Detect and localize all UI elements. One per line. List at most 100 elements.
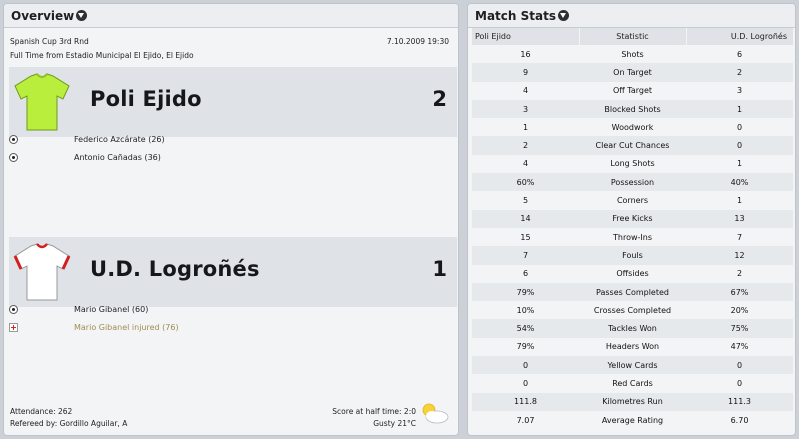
stat-away-value: 1: [686, 154, 793, 174]
table-row[interactable]: 60% Possession 40%: [472, 173, 793, 192]
stat-name: Kilometres Run: [579, 392, 686, 411]
table-row[interactable]: 9 On Target 2: [472, 63, 793, 82]
stat-home-value: 15: [472, 227, 579, 247]
table-row[interactable]: 111.8 Kilometres Run 111.3: [472, 392, 793, 411]
stat-home-value: 54%: [472, 319, 579, 338]
stat-name: Long Shots: [579, 154, 686, 174]
match-stats-body: 16 Shots 6 9 On Target 2 4 Off Target 3 3 Blocked …: [472, 45, 793, 430]
home-event-item[interactable]: Antonio Cañadas (36): [9, 150, 161, 164]
table-row[interactable]: 16 Shots 6: [472, 45, 793, 64]
stat-name: Throw-Ins: [579, 227, 686, 247]
table-row[interactable]: 7 Fouls 12: [472, 246, 793, 265]
away-event-item[interactable]: Mario Gibanel injured (76): [9, 320, 179, 334]
stat-home-value: 4: [472, 81, 579, 100]
stat-name: Corners: [579, 191, 686, 210]
home-team-name[interactable]: Poli Ejido: [90, 87, 202, 111]
table-row[interactable]: 14 Free Kicks 13: [472, 209, 793, 228]
stat-name: Fouls: [579, 246, 686, 265]
stat-home-value: 9: [472, 63, 579, 82]
table-row[interactable]: 4 Long Shots 1: [472, 154, 793, 174]
stat-away-value: 6.70: [686, 410, 793, 430]
stat-name: Off Target: [579, 81, 686, 100]
stat-name: Red Cards: [579, 374, 686, 393]
stat-away-value: 2: [686, 264, 793, 283]
table-row[interactable]: 4 Off Target 3: [472, 81, 793, 100]
away-event-text: Mario Gibanel (60): [74, 304, 149, 314]
column-header-statistic[interactable]: Statistic: [579, 28, 687, 45]
ball-icon: [9, 134, 18, 144]
table-row[interactable]: 79% Passes Completed 67%: [472, 282, 793, 302]
table-row[interactable]: 79% Headers Won 47%: [472, 337, 793, 357]
stat-away-value: 13: [686, 209, 793, 228]
home-event-text: Federico Azcárate (26): [74, 134, 165, 144]
stat-home-value: 10%: [472, 301, 579, 320]
referee-label: Refereed by: Gordillo Aguilar, A: [10, 419, 127, 428]
injury-icon: [9, 322, 18, 332]
stat-name: Shots: [579, 45, 686, 64]
table-row[interactable]: 0 Red Cards 0: [472, 374, 793, 393]
column-header-home[interactable]: Poli Ejido: [472, 28, 580, 45]
stat-away-value: 3: [686, 81, 793, 100]
home-event-text: Antonio Cañadas (36): [74, 152, 161, 162]
match-datetime: 7.10.2009 19:30: [386, 37, 449, 46]
competition-label: Spanish Cup 3rd Rnd: [10, 37, 89, 46]
table-row[interactable]: 0 Yellow Cards 0: [472, 356, 793, 375]
weather-label: Gusty 21°C: [373, 419, 416, 428]
away-team-score: 1: [432, 257, 447, 281]
stat-name: On Target: [579, 63, 686, 82]
stat-home-value: 6: [472, 264, 579, 283]
stat-home-value: 14: [472, 209, 579, 228]
table-row[interactable]: 5 Corners 1: [472, 191, 793, 210]
stat-home-value: 7: [472, 246, 579, 265]
overview-header[interactable]: Overview: [4, 4, 458, 28]
dropdown-icon[interactable]: [76, 10, 88, 21]
table-row[interactable]: 2 Clear Cut Chances 0: [472, 136, 793, 155]
home-event-item[interactable]: Federico Azcárate (26): [9, 132, 165, 146]
stat-name: Crosses Completed: [579, 301, 686, 320]
stat-home-value: 111.8: [472, 392, 579, 411]
stat-away-value: 2: [686, 63, 793, 82]
stat-name: Passes Completed: [579, 282, 686, 302]
stat-home-value: 1: [472, 118, 579, 137]
dropdown-icon[interactable]: [557, 10, 569, 21]
match-stats-panel: Match Stats Poli Ejido Statistic U.D. Lo…: [467, 3, 796, 436]
stat-name: Yellow Cards: [579, 356, 686, 375]
stat-away-value: 20%: [686, 301, 793, 320]
partly-cloudy-icon: [422, 403, 449, 424]
away-event-text: Mario Gibanel injured (76): [74, 322, 179, 332]
table-row[interactable]: 1 Woodwork 0: [472, 118, 793, 137]
stat-home-value: 79%: [472, 337, 579, 357]
stat-home-value: 0: [472, 356, 579, 375]
stat-name: Tackles Won: [579, 319, 686, 338]
referee-text[interactable]: Refereed by: Gordillo Aguilar, A: [10, 419, 127, 428]
stat-away-value: 0: [686, 136, 793, 155]
away-team-name[interactable]: U.D. Logroñés: [90, 257, 260, 281]
half-time-label: Score at half time: 2:0: [332, 407, 416, 416]
stat-home-value: 3: [472, 99, 579, 119]
column-header-away[interactable]: U.D. Logroñés: [686, 28, 793, 45]
stat-home-value: 79%: [472, 282, 579, 302]
stat-name: Offsides: [579, 264, 686, 283]
stat-away-value: 75%: [686, 319, 793, 338]
match-stats-header[interactable]: Match Stats: [468, 4, 795, 28]
stat-home-value: 7.07: [472, 410, 579, 430]
stat-name: Clear Cut Chances: [579, 136, 686, 155]
stat-away-value: 67%: [686, 282, 793, 302]
table-row[interactable]: 6 Offsides 2: [472, 264, 793, 283]
venue-label: Full Time from Estadio Municipal El Ejid…: [10, 51, 194, 60]
table-row[interactable]: 54% Tackles Won 75%: [472, 319, 793, 338]
stat-away-value: 0: [686, 118, 793, 137]
stat-name: Headers Won: [579, 337, 686, 357]
stat-name: Blocked Shots: [579, 99, 686, 119]
stat-away-value: 47%: [686, 337, 793, 357]
attendance-label: Attendance: 262: [10, 407, 73, 416]
stat-name: Average Rating: [579, 410, 686, 430]
table-row[interactable]: 7.07 Average Rating 6.70: [472, 410, 793, 430]
table-row[interactable]: 10% Crosses Completed 20%: [472, 301, 793, 320]
table-row[interactable]: 3 Blocked Shots 1: [472, 99, 793, 119]
stat-away-value: 12: [686, 246, 793, 265]
match-stats-title: Match Stats: [475, 8, 556, 23]
table-row[interactable]: 15 Throw-Ins 7: [472, 227, 793, 247]
stat-away-value: 6: [686, 45, 793, 64]
away-event-item[interactable]: Mario Gibanel (60): [9, 302, 148, 316]
